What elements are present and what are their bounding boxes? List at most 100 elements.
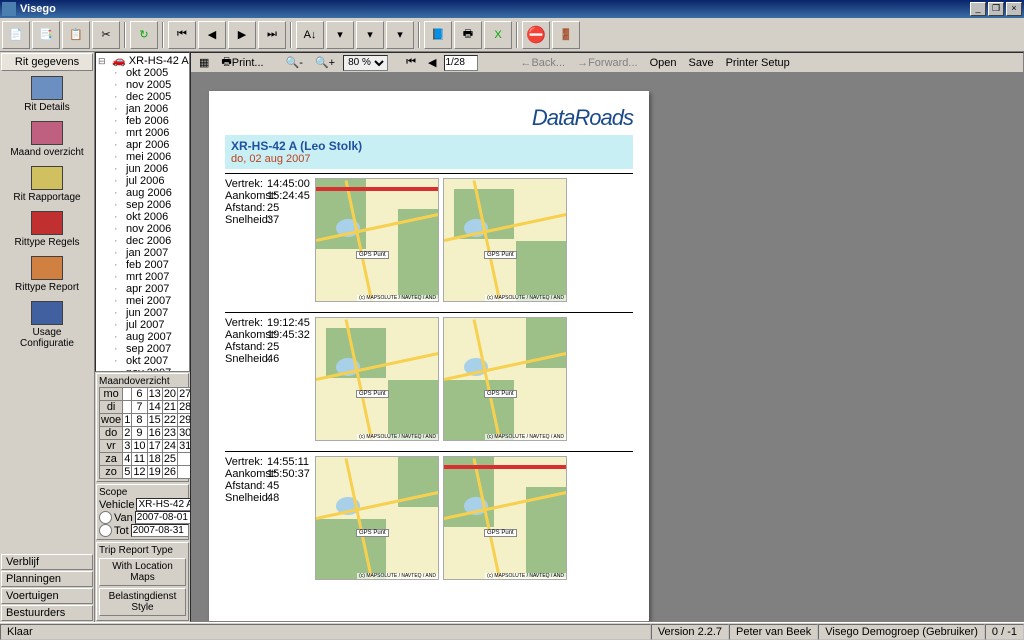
close-button[interactable]: ×: [1006, 2, 1022, 16]
filter2-button[interactable]: ▾: [356, 21, 384, 49]
cal-cell[interactable]: 10: [132, 440, 147, 453]
vehicle-input[interactable]: [136, 498, 194, 511]
cal-cell[interactable]: 2: [123, 427, 132, 440]
cal-cell[interactable]: 1: [123, 414, 132, 427]
cal-cell[interactable]: do: [100, 427, 123, 440]
belastingdienst-style-button[interactable]: Belastingdienst Style: [99, 588, 186, 616]
new-button[interactable]: 📄: [2, 21, 30, 49]
zoom-out-button[interactable]: 🔍-: [282, 55, 307, 71]
calendar-grid[interactable]: mo6132027di7142128woe18152229do29162330v…: [99, 387, 193, 479]
page-input[interactable]: [444, 55, 478, 71]
copy-button[interactable]: 📑: [32, 21, 60, 49]
back-button[interactable]: ← Back...: [516, 55, 569, 71]
cal-cell[interactable]: 13: [147, 388, 162, 401]
tree-month[interactable]: okt 2007: [98, 355, 187, 367]
cal-cell[interactable]: 16: [147, 427, 162, 440]
sidebar-item-rittype-report[interactable]: Rittype Report: [2, 256, 92, 293]
tree-month[interactable]: mrt 2006: [98, 127, 187, 139]
exit-button[interactable]: 🚪: [552, 21, 580, 49]
cal-cell[interactable]: 23: [162, 427, 177, 440]
zoom-select[interactable]: 80 %: [343, 55, 388, 71]
tree-month[interactable]: apr 2006: [98, 139, 187, 151]
page-first-button[interactable]: ⏮: [402, 55, 420, 71]
with-location-maps-button[interactable]: With Location Maps: [99, 558, 186, 586]
tab-bestuurders[interactable]: Bestuurders: [1, 605, 93, 621]
cal-cell[interactable]: mo: [100, 388, 123, 401]
cal-cell[interactable]: 20: [162, 388, 177, 401]
sidebar-tab-active[interactable]: Rit gegevens: [1, 53, 93, 71]
sort-button[interactable]: A↓: [296, 21, 324, 49]
tree-month[interactable]: nov 2007: [98, 367, 187, 372]
cal-cell[interactable]: 25: [162, 453, 177, 466]
refresh-button[interactable]: ↻: [130, 21, 158, 49]
filter-button[interactable]: ▾: [326, 21, 354, 49]
tree-month[interactable]: jul 2007: [98, 319, 187, 331]
sidebar-item-usage-config[interactable]: Usage Configuratie: [2, 301, 92, 349]
nav-prev-button[interactable]: ◀: [198, 21, 226, 49]
tree-month[interactable]: apr 2007: [98, 283, 187, 295]
tree-month[interactable]: sep 2006: [98, 199, 187, 211]
tree-month[interactable]: mrt 2007: [98, 271, 187, 283]
restore-button[interactable]: ❐: [988, 2, 1004, 16]
tree-month[interactable]: okt 2006: [98, 211, 187, 223]
tree-month[interactable]: okt 2005: [98, 67, 187, 79]
sidebar-item-rit-details[interactable]: Rit Details: [2, 76, 92, 113]
sidebar-item-rit-rapportage[interactable]: Rit Rapportage: [2, 166, 92, 203]
cal-cell[interactable]: 8: [132, 414, 147, 427]
van-radio[interactable]: [99, 511, 112, 524]
cal-cell[interactable]: 24: [162, 440, 177, 453]
tab-voertuigen[interactable]: Voertuigen: [1, 588, 93, 604]
cal-cell[interactable]: 6: [132, 388, 147, 401]
cal-cell[interactable]: 12: [132, 466, 147, 479]
tree-month[interactable]: mei 2007: [98, 295, 187, 307]
tree-month[interactable]: mei 2006: [98, 151, 187, 163]
tree-month[interactable]: sep 2007: [98, 343, 187, 355]
tree-month[interactable]: dec 2006: [98, 235, 187, 247]
preview-thumb-button[interactable]: ▦: [195, 55, 213, 71]
cal-cell[interactable]: woe: [100, 414, 123, 427]
cal-cell[interactable]: 11: [132, 453, 147, 466]
print-button[interactable]: 🖶: [454, 21, 482, 49]
export-excel-button[interactable]: X: [484, 21, 512, 49]
van-input[interactable]: [135, 511, 193, 524]
cal-cell[interactable]: 4: [123, 453, 132, 466]
book-button[interactable]: 📘: [424, 21, 452, 49]
tree-month[interactable]: nov 2005: [98, 79, 187, 91]
tree-root[interactable]: 🚗 XR-HS-42 A: [98, 55, 187, 67]
cal-cell[interactable]: vr: [100, 440, 123, 453]
cal-cell[interactable]: 7: [132, 401, 147, 414]
tree-month[interactable]: feb 2006: [98, 115, 187, 127]
preview-print-button[interactable]: 🖶 Print...: [217, 55, 267, 71]
cal-cell[interactable]: 26: [162, 466, 177, 479]
tree-month[interactable]: feb 2007: [98, 259, 187, 271]
cal-cell[interactable]: 14: [147, 401, 162, 414]
preview-scroll-area[interactable]: DataRoads XR-HS-42 A (Leo Stolk) do, 02 …: [191, 73, 1023, 621]
cal-cell[interactable]: 17: [147, 440, 162, 453]
cal-cell[interactable]: 22: [162, 414, 177, 427]
tree-month[interactable]: aug 2006: [98, 187, 187, 199]
tree-month[interactable]: jun 2006: [98, 163, 187, 175]
sidebar-item-rittype-regels[interactable]: Rittype Regels: [2, 211, 92, 248]
cal-cell[interactable]: 15: [147, 414, 162, 427]
tab-planningen[interactable]: Planningen: [1, 571, 93, 587]
cal-cell[interactable]: za: [100, 453, 123, 466]
filter3-button[interactable]: ▾: [386, 21, 414, 49]
cal-cell[interactable]: zo: [100, 466, 123, 479]
tree-month[interactable]: nov 2006: [98, 223, 187, 235]
printer-setup-button[interactable]: Printer Setup: [722, 55, 794, 71]
tree-month[interactable]: aug 2007: [98, 331, 187, 343]
tree-month[interactable]: dec 2005: [98, 91, 187, 103]
save-button[interactable]: Save: [685, 55, 718, 71]
tot-input[interactable]: [131, 524, 189, 537]
sidebar-item-maand-overzicht[interactable]: Maand overzicht: [2, 121, 92, 158]
nav-next-button[interactable]: ▶: [228, 21, 256, 49]
nav-last-button[interactable]: ⏭: [258, 21, 286, 49]
cal-cell[interactable]: 5: [123, 466, 132, 479]
cal-cell[interactable]: di: [100, 401, 123, 414]
vehicle-tree[interactable]: 🚗 XR-HS-42 Aokt 2005nov 2005dec 2005jan …: [95, 52, 190, 372]
stop-button[interactable]: ⛔: [522, 21, 550, 49]
tree-month[interactable]: jul 2006: [98, 175, 187, 187]
cal-cell[interactable]: 9: [132, 427, 147, 440]
cal-cell[interactable]: [123, 388, 132, 401]
tab-verblijf[interactable]: Verblijf: [1, 554, 93, 570]
